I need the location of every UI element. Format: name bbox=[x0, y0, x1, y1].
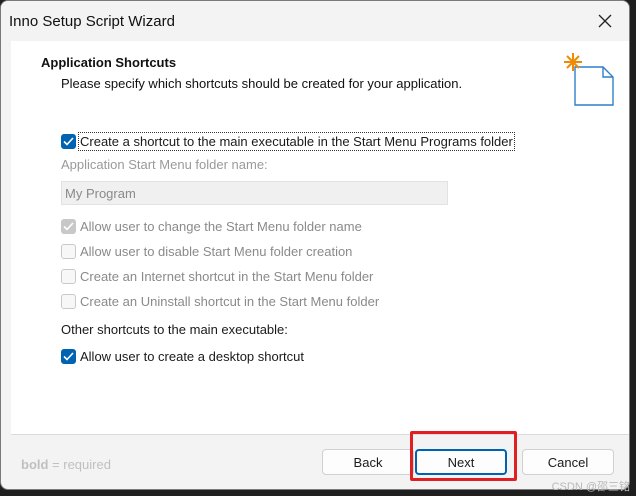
required-legend-bold: bold bbox=[21, 457, 49, 472]
watermark: CSDN @邵三铭 bbox=[551, 481, 630, 493]
internet-shortcut-label: Create an Internet shortcut in the Start… bbox=[80, 268, 374, 284]
start-menu-shortcut-option[interactable]: Create a shortcut to the main executable… bbox=[61, 131, 515, 151]
wizard-document-icon bbox=[564, 53, 614, 106]
checkmark-icon bbox=[63, 136, 74, 146]
allow-change-folder-label: Allow user to change the Start Menu fold… bbox=[80, 218, 362, 234]
page-subheading: Please specify which shortcuts should be… bbox=[61, 76, 463, 91]
close-button[interactable] bbox=[595, 11, 615, 31]
start-menu-folder-input[interactable] bbox=[61, 181, 448, 205]
desktop-shortcut-label: Allow user to create a desktop shortcut bbox=[80, 348, 305, 364]
uninstall-shortcut-checkbox[interactable] bbox=[61, 293, 76, 309]
folder-name-caption: Application Start Menu folder name: bbox=[61, 157, 268, 172]
title-bar: Inno Setup Script Wizard bbox=[1, 1, 629, 41]
checkmark-icon bbox=[63, 351, 74, 361]
footer-divider bbox=[11, 434, 629, 435]
wizard-window: Inno Setup Script Wizard Application Sho… bbox=[0, 0, 630, 490]
start-menu-shortcut-label: Create a shortcut to the main executable… bbox=[78, 131, 515, 151]
wizard-page: Application Shortcuts Please specify whi… bbox=[11, 41, 629, 434]
start-menu-shortcut-checkbox[interactable] bbox=[61, 133, 76, 149]
allow-disable-folder-option[interactable]: Allow user to disable Start Menu folder … bbox=[61, 241, 352, 261]
desktop-shortcut-checkbox[interactable] bbox=[61, 348, 76, 364]
allow-disable-folder-label: Allow user to disable Start Menu folder … bbox=[80, 243, 353, 259]
allow-change-folder-checkbox[interactable] bbox=[61, 218, 76, 234]
required-legend: bold = required bbox=[21, 457, 111, 472]
next-button[interactable]: Next bbox=[415, 449, 507, 475]
required-legend-text: = required bbox=[48, 457, 111, 472]
allow-change-folder-option[interactable]: Allow user to change the Start Menu fold… bbox=[61, 216, 362, 236]
internet-shortcut-option[interactable]: Create an Internet shortcut in the Start… bbox=[61, 266, 373, 286]
window-title: Inno Setup Script Wizard bbox=[9, 13, 175, 30]
checkmark-icon bbox=[63, 221, 74, 231]
close-icon bbox=[598, 14, 612, 28]
cancel-button[interactable]: Cancel bbox=[522, 449, 614, 475]
uninstall-shortcut-label: Create an Uninstall shortcut in the Star… bbox=[80, 293, 380, 309]
other-shortcuts-caption: Other shortcuts to the main executable: bbox=[61, 322, 288, 337]
allow-disable-folder-checkbox[interactable] bbox=[61, 243, 76, 259]
desktop-shortcut-option[interactable]: Allow user to create a desktop shortcut bbox=[61, 346, 304, 366]
page-heading: Application Shortcuts bbox=[41, 55, 177, 70]
uninstall-shortcut-option[interactable]: Create an Uninstall shortcut in the Star… bbox=[61, 291, 379, 311]
internet-shortcut-checkbox[interactable] bbox=[61, 268, 76, 284]
back-button[interactable]: Back bbox=[322, 449, 414, 475]
